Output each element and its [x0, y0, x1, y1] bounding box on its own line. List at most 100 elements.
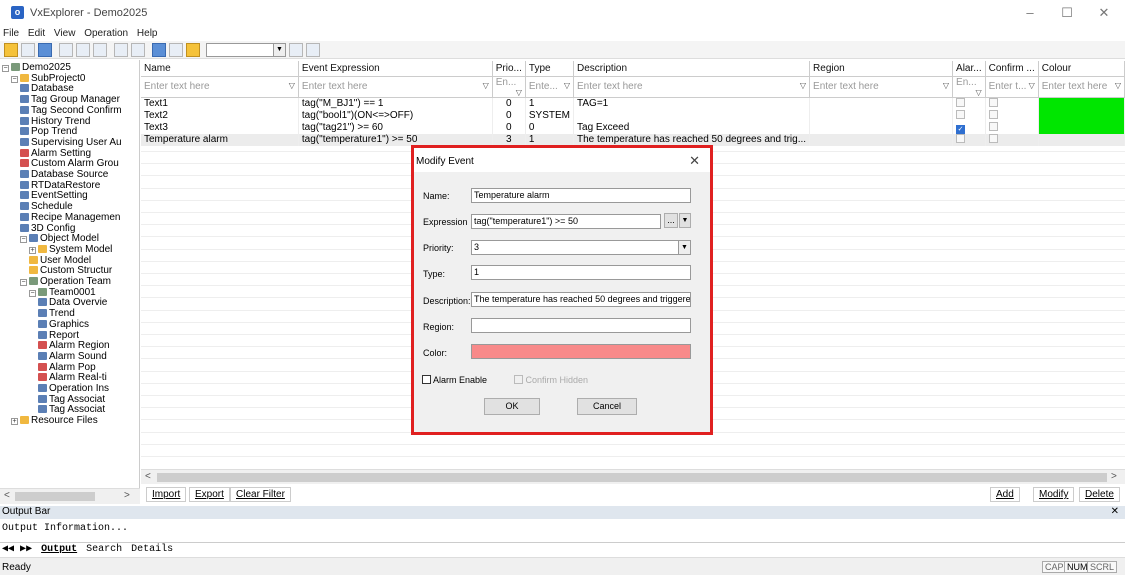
copy-icon[interactable] — [76, 43, 90, 57]
chevron-down-icon[interactable]: ▼ — [273, 44, 285, 56]
filter-cell[interactable]: Enter text here ▽ — [573, 76, 811, 98]
tree-item[interactable]: Alarm Region — [38, 340, 110, 351]
add-icon[interactable] — [114, 43, 128, 57]
filter-cell[interactable]: Enter text here ▽ — [141, 76, 299, 98]
alarm-enable-checkbox[interactable]: Alarm Enable — [422, 375, 487, 385]
description-input[interactable]: The temperature has reached 50 degrees a… — [471, 292, 691, 307]
column-header[interactable]: Description — [573, 61, 811, 77]
collapse-icon[interactable]: − — [11, 75, 18, 83]
menu-operation[interactable]: Operation — [84, 27, 128, 41]
filter-icon[interactable]: ▽ — [564, 81, 570, 90]
tree-item[interactable]: User Model — [29, 255, 91, 266]
find-icon[interactable] — [289, 43, 303, 57]
tree-item[interactable]: Tag Second Confirm — [20, 105, 122, 116]
tree-item[interactable]: + Resource Files — [11, 415, 98, 426]
column-header[interactable]: Event Expression — [298, 61, 493, 77]
collapse-icon[interactable]: − — [29, 289, 36, 297]
filter-cell[interactable]: Ente... ▽ — [525, 76, 575, 98]
tree-item[interactable]: Tag Associat — [38, 394, 105, 405]
tree-item[interactable]: Data Overvie — [38, 297, 107, 308]
expand-icon[interactable]: + — [11, 418, 18, 426]
tree-item[interactable]: − Demo2025 — [2, 62, 71, 73]
filter-icon[interactable]: ▽ — [800, 81, 806, 90]
ok-button[interactable]: OK — [484, 398, 540, 415]
menu-help[interactable]: Help — [137, 27, 158, 41]
display-icon[interactable] — [169, 43, 183, 57]
tree-item[interactable]: Alarm Setting — [20, 148, 91, 159]
scroll-left-icon[interactable]: < — [4, 490, 10, 501]
tab-details[interactable]: Details — [131, 544, 173, 555]
filter-icon[interactable]: ▽ — [975, 88, 981, 97]
chevron-down-icon[interactable]: ▼ — [679, 213, 691, 228]
menu-edit[interactable]: Edit — [28, 27, 45, 41]
menu-view[interactable]: View — [54, 27, 76, 41]
tree-item[interactable]: − Team0001 — [29, 287, 96, 298]
checkbox-box[interactable] — [422, 375, 431, 384]
column-header[interactable]: Region — [809, 61, 954, 77]
scroll-right-icon[interactable]: > — [1111, 471, 1117, 482]
scroll-left-icon[interactable]: < — [145, 471, 151, 482]
column-header[interactable]: Prio... — [492, 61, 526, 77]
tree-item[interactable]: RTDataRestore — [20, 180, 100, 191]
export-button[interactable]: Export — [189, 487, 230, 502]
open-folder-icon[interactable] — [4, 43, 18, 57]
tree-item[interactable]: Report — [38, 330, 79, 341]
filter-icon[interactable]: ▽ — [1029, 81, 1035, 90]
properties-icon[interactable] — [131, 43, 145, 57]
filter-cell[interactable]: Enter text here ▽ — [298, 76, 493, 98]
scroll-thumb[interactable] — [157, 473, 1107, 482]
table-row[interactable]: Text1 tag("M_BJ1") == 1 0 1 TAG=1 — [141, 97, 1125, 110]
alarm-checkbox[interactable] — [956, 133, 966, 143]
column-header[interactable]: Alar... — [952, 61, 986, 77]
tree-item[interactable]: Custom Structur — [29, 265, 112, 276]
add-button[interactable]: Add — [990, 487, 1020, 502]
collapse-icon[interactable]: − — [20, 236, 27, 244]
filter-icon[interactable]: ▽ — [289, 81, 295, 90]
alarm-checkbox[interactable]: ✓ — [956, 124, 966, 134]
tree-item[interactable]: EventSetting — [20, 190, 88, 201]
column-header[interactable]: Confirm ... — [985, 61, 1039, 77]
cut-icon[interactable] — [59, 43, 73, 57]
scroll-thumb[interactable] — [15, 492, 95, 501]
import-button[interactable]: Import — [146, 487, 187, 502]
alarm-checkbox[interactable] — [956, 97, 966, 107]
tree-item[interactable]: Operation Ins — [38, 383, 109, 394]
filter-icon[interactable]: ▽ — [516, 88, 522, 97]
filter-cell[interactable]: En... ▽ — [492, 76, 526, 98]
checkbox-box[interactable] — [514, 375, 523, 384]
confirm-checkbox[interactable] — [988, 121, 998, 131]
grid-horizontal-scrollbar[interactable]: < > — [141, 469, 1125, 484]
table-row[interactable]: Text3 tag("tag21") >= 60 0 0 Tag Exceed ✓ — [141, 121, 1125, 134]
tree-item[interactable]: Schedule — [20, 201, 73, 212]
menu-file[interactable]: File — [3, 27, 19, 41]
alarm-checkbox[interactable] — [956, 109, 966, 119]
filter-cell[interactable]: Enter text here ▽ — [1038, 76, 1125, 98]
close-icon[interactable]: ✕ — [1111, 506, 1119, 517]
filter-cell[interactable]: En... ▽ — [952, 76, 986, 98]
tree-item[interactable]: − SubProject0 — [11, 73, 85, 84]
replace-icon[interactable] — [306, 43, 320, 57]
tree-item[interactable]: Recipe Managemen — [20, 212, 121, 223]
collapse-icon[interactable]: − — [2, 65, 9, 72]
save-icon[interactable] — [38, 43, 52, 57]
tree-item[interactable]: History Trend — [20, 116, 90, 127]
paste-icon[interactable] — [93, 43, 107, 57]
delete-button[interactable]: Delete — [1079, 487, 1120, 502]
tree-item[interactable]: Trend — [38, 308, 75, 319]
tree-item[interactable]: Alarm Sound — [38, 351, 107, 362]
filter-cell[interactable]: Enter t... ▽ — [985, 76, 1039, 98]
cancel-button[interactable]: Cancel — [577, 398, 637, 415]
tab-output[interactable]: Output — [41, 544, 77, 555]
table-row[interactable]: Text2 tag("bool1")(ON<=>OFF) 0 SYSTEM — [141, 109, 1125, 122]
tree-item[interactable]: − Object Model — [20, 233, 99, 244]
filter-icon[interactable]: ▽ — [483, 81, 489, 90]
filter-cell[interactable]: Enter text here ▽ — [809, 76, 954, 98]
close-icon[interactable]: ✕ — [689, 153, 700, 169]
confirm-checkbox[interactable] — [988, 133, 998, 143]
column-header[interactable]: Type — [525, 61, 575, 77]
filter-icon[interactable]: ▽ — [943, 81, 949, 90]
expression-input[interactable]: tag("temperature1") >= 50 — [471, 214, 661, 229]
tree-item[interactable]: Supervising User Au — [20, 137, 122, 148]
table-row[interactable]: Temperature alarm tag("temperature1") >= … — [141, 133, 1125, 146]
clear-filter-button[interactable]: Clear Filter — [230, 487, 291, 502]
